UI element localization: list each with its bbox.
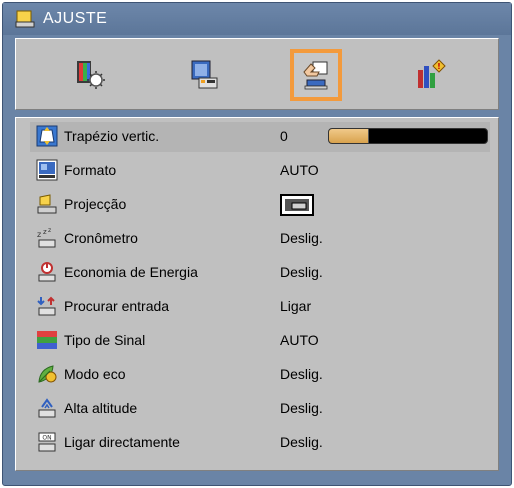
projection-label: Projecção <box>64 196 127 212</box>
keystone-label: Trapézio vertic. <box>64 128 160 144</box>
high-altitude-label: Alta altitude <box>64 400 138 416</box>
image-settings-icon <box>77 61 105 89</box>
direct-power-on-icon: ON <box>38 432 56 452</box>
menu-row-eco-mode[interactable]: Modo eco Deslig. <box>30 360 490 390</box>
menu-row-direct-power-on[interactable]: ON Ligar directamente Deslig. <box>30 428 490 458</box>
page-title: AJUSTE <box>43 10 108 27</box>
eco-mode-icon <box>38 365 57 383</box>
svg-text:!: ! <box>437 62 441 71</box>
osd-menu-window: AJUSTE ! Trapézio vertic. 0 Formato AUTO… <box>2 2 512 486</box>
menu-row-format[interactable]: Formato AUTO <box>30 156 490 186</box>
timer-label: Cronômetro <box>64 230 138 246</box>
setup-tab[interactable] <box>290 49 342 101</box>
menu-row-timer[interactable]: z z z Cronômetro Deslig. <box>30 224 490 254</box>
direct-power-on-label: Ligar directamente <box>64 434 180 450</box>
image-settings-tab[interactable] <box>64 49 116 101</box>
display-settings-tab[interactable] <box>178 49 230 101</box>
power-saving-icon <box>38 262 56 282</box>
high-altitude-value: Deslig. <box>280 400 323 416</box>
options-tab[interactable]: ! <box>404 49 456 101</box>
menu-row-high-altitude[interactable]: Alta altitude Deslig. <box>30 394 490 424</box>
signal-type-value: AUTO <box>280 332 319 348</box>
source-search-value: Ligar <box>280 298 312 314</box>
eco-mode-label: Modo eco <box>64 366 126 382</box>
keystone-value: 0 <box>280 128 288 144</box>
timer-value: Deslig. <box>280 230 323 246</box>
tab-bar: ! <box>15 38 499 110</box>
format-value: AUTO <box>280 162 319 178</box>
menu-panel: Trapézio vertic. 0 Formato AUTO Projecçã… <box>15 117 499 471</box>
options-icon: ! <box>418 59 446 88</box>
eco-mode-value: Deslig. <box>280 366 323 382</box>
menu-row-power-saving[interactable]: Economia de Energia Deslig. <box>30 258 490 288</box>
svg-text:z: z <box>43 228 47 236</box>
projection-front-icon[interactable] <box>280 194 314 216</box>
svg-text:z: z <box>37 230 41 239</box>
direct-power-on-value: Deslig. <box>280 434 323 450</box>
display-settings-icon <box>191 60 218 89</box>
title-bar: AJUSTE <box>3 3 511 35</box>
setup-hand-icon <box>303 61 328 90</box>
signal-type-icon <box>37 331 57 349</box>
svg-text:ON: ON <box>42 435 51 442</box>
svg-text:z: z <box>48 227 51 234</box>
menu-row-source-search[interactable]: Procurar entrada Ligar <box>30 292 490 322</box>
power-saving-value: Deslig. <box>280 264 323 280</box>
keystone-icon <box>36 125 58 147</box>
keystone-slider[interactable] <box>328 128 488 144</box>
high-altitude-icon <box>38 398 56 418</box>
sleep-timer-icon: z z z <box>37 227 56 248</box>
format-icon <box>36 159 58 181</box>
signal-type-label: Tipo de Sinal <box>64 332 146 348</box>
menu-row-signal-type[interactable]: Tipo de Sinal AUTO <box>30 326 490 356</box>
setup-title-icon <box>15 10 35 28</box>
source-search-icon <box>37 296 56 316</box>
menu-row-projection[interactable]: Projecção <box>30 190 490 220</box>
format-label: Formato <box>64 162 117 178</box>
projection-row-icon <box>37 194 57 214</box>
source-search-label: Procurar entrada <box>64 298 170 314</box>
keystone-slider-fill <box>329 129 369 143</box>
menu-row-keystone[interactable]: Trapézio vertic. 0 <box>30 122 490 152</box>
power-saving-label: Economia de Energia <box>64 264 198 280</box>
